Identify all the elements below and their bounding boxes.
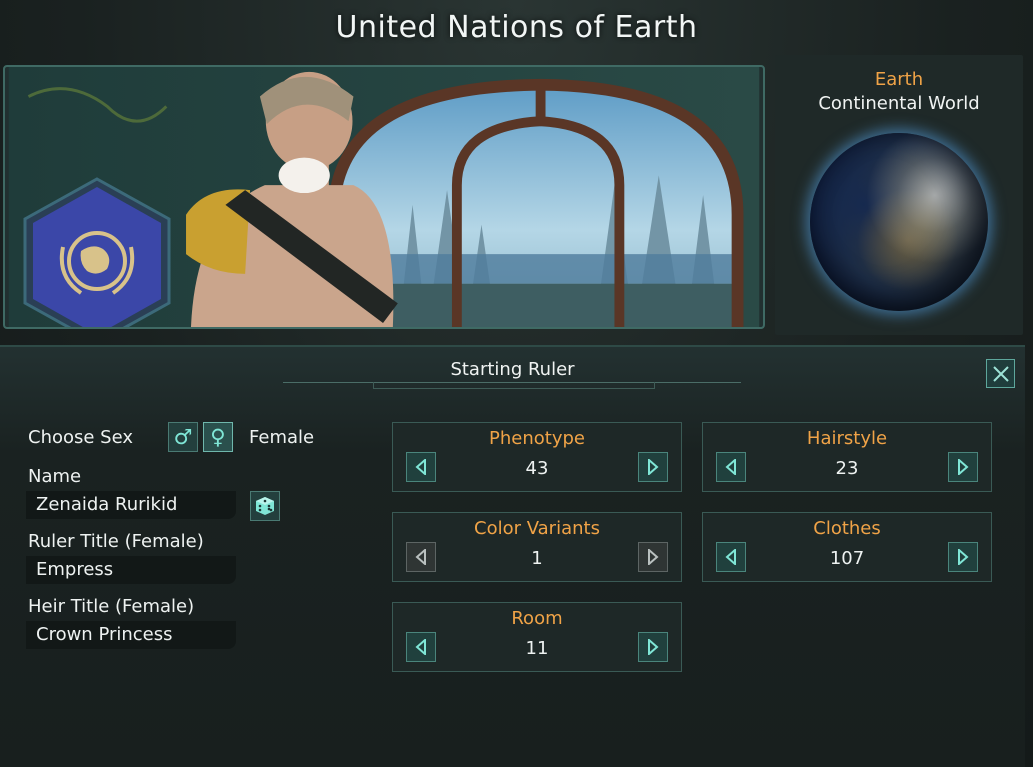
empire-title: United Nations of Earth <box>335 10 698 45</box>
clothes-next-button[interactable] <box>948 542 978 572</box>
planet-name: Earth <box>874 69 924 90</box>
color-variants-next-button[interactable] <box>638 542 668 572</box>
male-button[interactable]: ♂ <box>168 422 198 452</box>
arrow-right-icon <box>648 639 659 655</box>
close-button[interactable] <box>986 359 1015 388</box>
un-emblem-icon <box>23 177 171 327</box>
selector-label: Room <box>511 608 563 629</box>
close-icon <box>992 365 1009 382</box>
selector-label: Color Variants <box>474 518 600 539</box>
arrow-right-icon <box>648 459 659 475</box>
hairstyle-next-button[interactable] <box>948 452 978 482</box>
selected-sex: Female <box>249 427 315 448</box>
randomize-name-button[interactable] <box>250 491 280 521</box>
arrow-right-icon <box>958 549 969 565</box>
name-label: Name <box>28 466 82 487</box>
hairstyle-selector: Hairstyle 23 <box>702 422 992 492</box>
homeworld-panel: Earth Continental World <box>775 55 1023 335</box>
planet-globe <box>810 133 988 311</box>
selector-label: Phenotype <box>489 428 585 449</box>
male-icon: ♂ <box>173 425 193 449</box>
clothes-selector: Clothes 107 <box>702 512 992 582</box>
ruler-title-label: Ruler Title (Female) <box>28 531 204 552</box>
ruler-title-input[interactable]: Empress <box>26 556 236 584</box>
section-divider <box>283 377 741 389</box>
selector-label: Hairstyle <box>806 428 888 449</box>
starting-ruler-panel: Starting Ruler Choose Sex ♂ ♀ Female Nam… <box>0 345 1025 767</box>
empire-creation-screen: United Nations of Earth Earth Continenta… <box>0 0 1033 767</box>
color-variants-selector: Color Variants 1 <box>392 512 682 582</box>
female-button[interactable]: ♀ <box>203 422 233 452</box>
arrow-right-icon <box>648 549 659 565</box>
female-icon: ♀ <box>210 425 226 449</box>
phenotype-selector: Phenotype 43 <box>392 422 682 492</box>
room-next-button[interactable] <box>638 632 668 662</box>
dice-icon <box>256 497 274 515</box>
heir-title-input[interactable]: Crown Princess <box>26 621 236 649</box>
arrow-right-icon <box>958 459 969 475</box>
heir-title-label: Heir Title (Female) <box>28 596 195 617</box>
choose-sex-label: Choose Sex <box>28 427 134 448</box>
room-selector: Room 11 <box>392 602 682 672</box>
planet-type: Continental World <box>818 93 980 114</box>
selector-label: Clothes <box>813 518 881 539</box>
ruler-name-input[interactable]: Zenaida Rurikid <box>26 491 236 519</box>
phenotype-next-button[interactable] <box>638 452 668 482</box>
ruler-portrait-banner <box>3 65 765 329</box>
empire-emblem <box>23 177 171 327</box>
